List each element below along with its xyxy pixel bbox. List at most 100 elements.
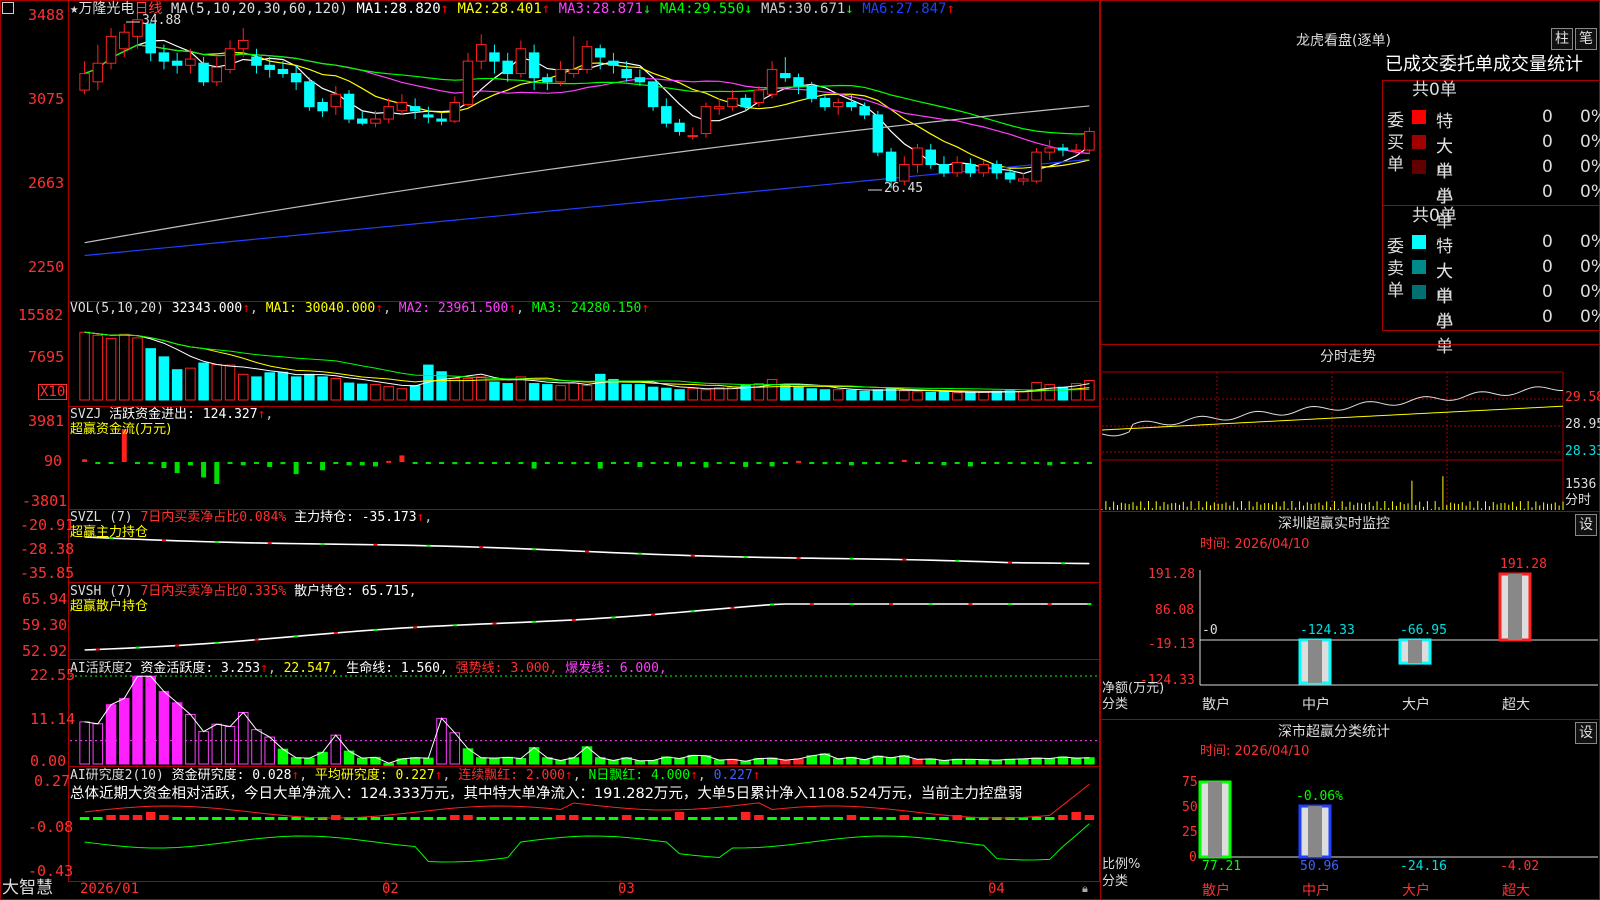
row-count: 0 (1542, 307, 1553, 327)
ma6-value: 27.847 (895, 1, 947, 17)
class-axis-tick: 25 (1182, 825, 1198, 840)
ai2-axis-tick: -0.08 (28, 818, 74, 836)
ai1-item5: 爆发线: 6.000, (565, 661, 667, 676)
row-pct: 0% (1580, 132, 1600, 152)
class-cat: 散户 (1202, 883, 1230, 899)
vol-unit-badge: X10 (38, 384, 68, 400)
row-pct: 0% (1580, 157, 1600, 177)
ai1-axis-tick: 22.55 (30, 666, 76, 684)
color-swatch (1412, 285, 1426, 299)
monitor-val: -0 (1202, 623, 1218, 638)
vol-ma3: MA3: 24280.150 (531, 301, 642, 316)
vol-ma2: MA2: 23961.500 (398, 301, 509, 316)
monitor-time: 时间: 2026/04/10 (1200, 537, 1310, 552)
row-pct: 0% (1580, 232, 1600, 252)
row-pct: 0% (1580, 257, 1600, 277)
class-axis-tick: 0 (1189, 850, 1197, 865)
svzj-axis-tick: -3801 (22, 492, 68, 510)
ai2-item5: 0.227 (713, 768, 753, 783)
svzj-item: 活跃资金进出: 124.327 (109, 407, 258, 422)
monitor-settings-button[interactable]: 设 (1575, 514, 1597, 536)
ai2-arrow3: ↑ (564, 768, 573, 783)
row-pct: 0% (1580, 182, 1600, 202)
buy-total: 共0单 (1412, 80, 1457, 100)
ai1-arrow: ↑ (260, 661, 268, 676)
price-low-label: 26.45 (884, 181, 924, 196)
ai2-arrow2: ↑ (434, 768, 443, 783)
ai2-axis-tick: -0.43 (28, 862, 74, 880)
monitor-axis-tick: 86.08 (1155, 603, 1195, 618)
buy-side-label: 委买单 (1387, 111, 1404, 175)
svzl-axis-tick: -28.38 (20, 540, 75, 558)
intraday-title: 分时走势 (1320, 349, 1376, 365)
ai2-arrow4: ↑ (690, 768, 698, 783)
svsh-axis-tick: 52.92 (22, 642, 68, 660)
svsh-ratio: 7日内买卖净占比0.335% (140, 584, 287, 599)
vol-ma2-arrow: ↑ (508, 301, 517, 316)
svzj-axis-tick: 3981 (28, 412, 65, 430)
class-cat: 大户 (1402, 883, 1430, 899)
svzl-axis-tick: -35.85 (20, 564, 75, 582)
intraday-unit: 分时 (1565, 493, 1592, 508)
row-count: 0 (1542, 232, 1553, 252)
monitor-val: -124.33 (1300, 623, 1355, 638)
svzl-arrow: ↑ (416, 510, 425, 525)
pen-mode-button[interactable]: 笔 (1575, 28, 1597, 50)
ai1-item1: 资金活跃度: 3.253 (140, 661, 261, 676)
class-time: 时间: 2026/04/10 (1200, 744, 1310, 759)
menu-icon[interactable] (2, 2, 14, 17)
class-side-label: 分类 (1102, 874, 1129, 889)
intraday-axis-tick: 29.58 (1565, 390, 1600, 405)
lock-icon[interactable]: 🔒︎ (1082, 883, 1088, 894)
vol-value: 32343.000 (171, 301, 243, 316)
svzl-item: 主力持仓: -35.173 (294, 510, 417, 525)
svzj-arrow: ↑ (257, 407, 266, 422)
ma4-label: MA4: (659, 1, 694, 17)
class-axis-tick: 50 (1182, 800, 1198, 815)
ma-params: MA(5,10,20,30,60,120) (170, 1, 348, 17)
svzj-name: SVZJ (70, 407, 102, 422)
lhb-tabs[interactable]: 已成交委托单成交量统计 (1385, 56, 1583, 74)
row-pct: 0% (1580, 307, 1600, 327)
class-cat: 中户 (1302, 883, 1330, 899)
left-frame (0, 0, 1101, 900)
price-axis-tick: 2250 (28, 258, 65, 276)
svsh-sub: 超赢散户持仓 (70, 599, 149, 614)
ai2-item4: N日飘红: 4.000 (588, 768, 691, 783)
color-swatch (1412, 110, 1426, 124)
color-swatch (1412, 135, 1426, 149)
svsh-name: SVSH (7) (70, 584, 133, 599)
class-settings-button[interactable]: 设 (1575, 722, 1597, 744)
svzj-axis-tick: 90 (44, 452, 63, 470)
brand-logo[interactable]: 大智慧 (2, 880, 53, 897)
ma3-value: 28.871 (592, 1, 643, 17)
row-count: 0 (1542, 157, 1553, 177)
monitor-side-label: 分类 (1102, 697, 1129, 712)
ai1-item2: 22.547, (283, 661, 339, 676)
row-label: 小单 (1436, 187, 1453, 232)
ma1-value: 28.820 (390, 1, 441, 17)
price-axis-tick: 3488 (28, 6, 65, 24)
svzl-name: SVZL (7) (70, 510, 133, 525)
ai1-axis-tick: 0.00 (30, 752, 67, 770)
color-swatch (1412, 235, 1426, 249)
row-count: 0 (1542, 257, 1553, 277)
ma3-label: MA3: (558, 1, 593, 17)
ma1-arrow: ↑ (440, 1, 450, 17)
ma5-arrow: ↓ (845, 1, 854, 17)
monitor-val: 191.28 (1500, 557, 1547, 572)
bar-mode-button[interactable]: 柱 (1551, 28, 1573, 50)
ma2-arrow: ↑ (541, 1, 551, 17)
monitor-cat: 大户 (1402, 697, 1430, 713)
class-axis-tick: 75 (1182, 775, 1198, 790)
price-high-label: 34.88 (142, 13, 182, 28)
sell-side-label: 委卖单 (1387, 237, 1404, 301)
class-val: -24.16 (1400, 859, 1447, 874)
intraday-panel (1100, 344, 1600, 512)
date-axis-tick: 2026/01 (80, 881, 140, 897)
class-val: 77.21 (1202, 859, 1242, 874)
class-cat: 超大 (1502, 883, 1530, 899)
monitor-axis-tick: 191.28 (1148, 567, 1195, 582)
svsh-axis-tick: 65.94 (22, 590, 68, 608)
ai1-item4: 强势线: 3.000, (455, 661, 558, 676)
